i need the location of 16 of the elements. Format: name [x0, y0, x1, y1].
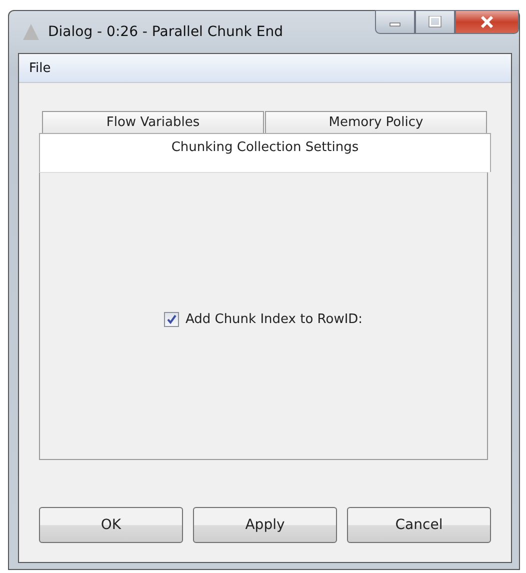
tab[interactable]: Chunking Collection Settings — [39, 133, 491, 172]
dialog-button[interactable]: OK — [39, 507, 183, 543]
minimize-button[interactable] — [375, 10, 415, 34]
close-icon — [479, 16, 495, 28]
tab[interactable]: Flow Variables — [42, 111, 264, 133]
maximize-icon — [428, 16, 442, 28]
maximize-button[interactable] — [415, 10, 455, 34]
app-icon — [22, 23, 40, 41]
menu-item[interactable]: File — [29, 60, 51, 76]
checkbox[interactable] — [164, 312, 180, 326]
close-button[interactable] — [455, 10, 519, 34]
dialog-button[interactable]: Apply — [193, 507, 337, 543]
dialog-button[interactable]: Cancel — [347, 507, 491, 543]
checkbox-label: Add Chunk Index to RowID: — [185, 312, 363, 326]
tab[interactable]: Memory Policy — [265, 111, 487, 133]
window-title: Dialog - 0:26 - Parallel Chunk End — [48, 24, 283, 40]
